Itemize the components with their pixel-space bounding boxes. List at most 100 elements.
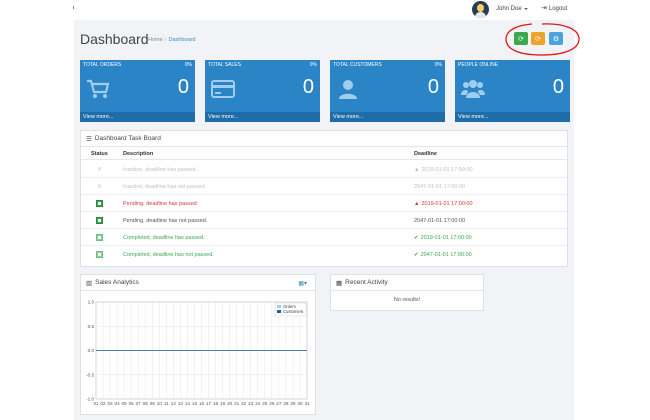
table-row: Pending, deadline has not passed. 2047-0… <box>81 212 567 229</box>
credit-card-icon <box>211 80 235 98</box>
page: John Doe ⇥ Logout Dashboard Home › Dashboa… <box>0 0 650 420</box>
task-description: Inactive, deadline has passed. <box>123 167 197 173</box>
x-tick-label: 27 <box>276 401 282 406</box>
tile-view-more-link[interactable]: View more... <box>205 112 320 122</box>
tile-total-sales: TOTAL SALES 0% 0 View more... <box>205 60 320 122</box>
x-tick-label: 09 <box>150 401 156 406</box>
x-tick-label: 29 <box>290 401 296 406</box>
inactive-status-icon: ✕ <box>96 167 103 173</box>
refresh-orange-button[interactable]: ⟳ <box>531 32 545 45</box>
tile-value: 0 <box>302 76 314 98</box>
sales-analytics-panel: ▥ Sales Analytics ▦▾ 01 02 03 04 05 06 07 08 09 1… <box>80 274 316 415</box>
table-row: Pending, deadline has passed. ▲ 2019-01-0… <box>81 195 567 212</box>
refresh-icon: ⟳ <box>535 35 541 43</box>
check-icon: ✔ <box>414 252 419 258</box>
x-tick-label: 21 <box>234 401 240 406</box>
pending-checkbox[interactable] <box>96 217 103 224</box>
sales-analytics-title: Sales Analytics <box>95 279 139 286</box>
task-deadline: ▲ 2019-01-01 17:00:00 <box>414 201 473 207</box>
gear-icon: ⚙ <box>552 35 560 43</box>
inactive-status-icon: ✕ <box>96 184 103 190</box>
bar-chart-icon: ▥ <box>86 279 93 287</box>
x-tick-label: 12 <box>171 401 177 406</box>
tile-total-orders: TOTAL ORDERS 0% 0 View more... <box>80 60 195 122</box>
tile-percent: 0% <box>309 62 317 68</box>
breadcrumb: Home › Dashboard <box>148 37 195 43</box>
warning-icon: ▲ <box>414 167 420 173</box>
page-title: Dashboard <box>80 31 149 47</box>
task-deadline: ✔ 2019-01-01 17:00:00 <box>414 235 472 241</box>
x-tick-label: 11 <box>164 401 169 406</box>
users-icon <box>461 80 485 98</box>
tile-percent: 0% <box>184 62 192 68</box>
user-icon <box>339 80 357 99</box>
column-header-status: Status <box>91 151 108 157</box>
x-tick-label: 20 <box>227 401 233 406</box>
x-tick-label: 22 <box>241 401 247 406</box>
tile-total-customers: TOTAL CUSTOMERS 0% 0 View more... <box>330 60 445 122</box>
task-description: Pending, deadline has passed. <box>123 201 199 207</box>
x-tick-label: 25 <box>262 401 268 406</box>
refresh-green-button[interactable]: ⟳ <box>514 32 528 45</box>
completed-checkbox[interactable] <box>96 251 103 258</box>
x-tick-label: 26 <box>269 401 275 406</box>
tile-view-more-link[interactable]: View more... <box>455 112 570 122</box>
task-description: Inactive, deadline has not passed. <box>123 184 207 190</box>
recent-activity-title: Recent Activity <box>345 279 388 286</box>
x-tick-label: 31 <box>304 401 310 406</box>
task-board-panel: ☰ Dashboard Task Board Status Descriptio… <box>80 130 568 267</box>
check-icon: ✔ <box>414 235 419 241</box>
y-tick-label: -1.0 <box>86 397 94 402</box>
x-tick-label: 14 <box>185 401 191 406</box>
x-tick-label: 15 <box>192 401 198 406</box>
task-description: Pending, deadline has not passed. <box>123 218 208 224</box>
cart-icon <box>87 79 110 98</box>
x-tick-label: 30 <box>297 401 303 406</box>
tile-view-more-link[interactable]: View more... <box>80 112 195 122</box>
x-tick-label: 03 <box>108 401 114 406</box>
x-tick-label: 18 <box>213 401 219 406</box>
x-tick-label: 10 <box>157 401 163 406</box>
task-description: Completed, deadline has not passed. <box>123 252 214 258</box>
x-tick-label: 01 <box>93 401 99 406</box>
task-deadline: ▲ 2019-01-01 17:00:00 <box>414 167 473 173</box>
tile-view-more-link[interactable]: View more... <box>330 112 445 122</box>
tile-value: 0 <box>177 76 189 98</box>
pending-checkbox[interactable] <box>96 200 103 207</box>
logout-label: Logout <box>548 5 568 12</box>
breadcrumb-separator: › <box>164 37 167 43</box>
legend-swatch <box>277 305 281 308</box>
x-tick-label: 24 <box>255 401 261 406</box>
user-menu-name[interactable]: John Doe <box>496 6 522 12</box>
task-board-title: Dashboard Task Board <box>94 135 161 142</box>
warning-icon: ▲ <box>414 201 420 207</box>
calendar-icon: ▦ <box>336 279 343 287</box>
y-tick-label: -0.5 <box>86 372 94 377</box>
completed-checkbox[interactable] <box>96 234 103 241</box>
tile-label: TOTAL SALES <box>208 62 241 68</box>
tile-label: TOTAL ORDERS <box>83 62 122 68</box>
x-tick-label: 08 <box>143 401 149 406</box>
tile-percent: 0% <box>434 62 442 68</box>
table-row: ✕ Inactive, deadline has not passed. 204… <box>81 178 567 195</box>
tile-label: PEOPLE ONLINE <box>458 62 499 68</box>
caret-down-icon[interactable] <box>524 8 528 10</box>
sign-out-icon: ⇥ <box>541 5 547 12</box>
task-deadline: 2047-01-01 17:00:00 <box>414 184 466 190</box>
breadcrumb-current[interactable]: Dashboard <box>169 37 196 43</box>
tile-value: 0 <box>427 76 439 98</box>
task-deadline: 2047-01-01 17:00:00 <box>414 218 466 224</box>
x-tick-label: 07 <box>136 401 142 406</box>
legend-swatch <box>277 310 281 313</box>
task-description: Completed, deadline has passed. <box>123 235 205 241</box>
topbar-marker <box>73 6 74 9</box>
breadcrumb-home[interactable]: Home <box>148 37 163 43</box>
settings-button[interactable]: ⚙ <box>549 32 563 45</box>
y-tick-label: 1.0 <box>88 300 95 305</box>
calendar-dropdown-icon[interactable]: ▦▾ <box>298 280 307 287</box>
recent-activity-header: ▦ Recent Activity <box>331 275 483 291</box>
avatar[interactable] <box>472 1 489 18</box>
legend-label: Customers <box>283 309 303 314</box>
logout-link[interactable]: ⇥ Logout <box>541 5 567 12</box>
x-tick-label: 28 <box>283 401 289 406</box>
